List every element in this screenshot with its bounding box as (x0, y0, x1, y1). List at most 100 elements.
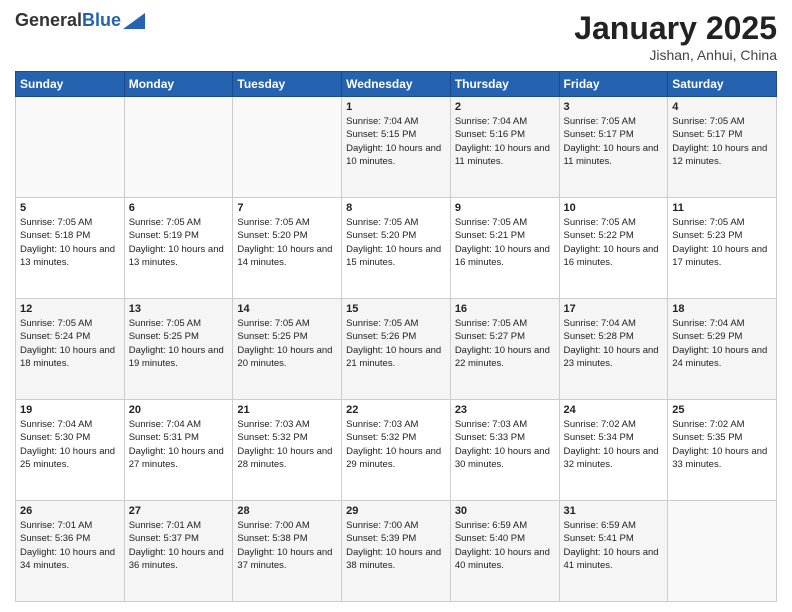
logo-blue: Blue (82, 10, 121, 30)
day-info: Sunrise: 7:00 AMSunset: 5:39 PMDaylight:… (346, 519, 446, 572)
day-number: 29 (346, 505, 446, 517)
calendar-cell: 4 Sunrise: 7:05 AMSunset: 5:17 PMDaylight… (668, 97, 777, 198)
day-number: 4 (672, 101, 772, 113)
week-row-5: 26 Sunrise: 7:01 AMSunset: 5:36 PMDayligh… (16, 501, 777, 602)
calendar-cell: 28 Sunrise: 7:00 AMSunset: 5:38 PMDayligh… (233, 501, 342, 602)
calendar-cell: 19 Sunrise: 7:04 AMSunset: 5:30 PMDayligh… (16, 400, 125, 501)
day-info: Sunrise: 7:02 AMSunset: 5:34 PMDaylight:… (564, 418, 664, 471)
day-info: Sunrise: 7:05 AMSunset: 5:27 PMDaylight:… (455, 317, 555, 370)
day-header-tuesday: Tuesday (233, 72, 342, 97)
day-number: 19 (20, 404, 120, 416)
day-number: 26 (20, 505, 120, 517)
day-info: Sunrise: 7:05 AMSunset: 5:17 PMDaylight:… (672, 115, 772, 168)
day-number: 20 (129, 404, 229, 416)
day-header-thursday: Thursday (450, 72, 559, 97)
day-number: 16 (455, 303, 555, 315)
calendar-cell: 16 Sunrise: 7:05 AMSunset: 5:27 PMDayligh… (450, 299, 559, 400)
header: GeneralBlue January 2025 Jishan, Anhui, … (15, 10, 777, 63)
calendar-cell: 6 Sunrise: 7:05 AMSunset: 5:19 PMDaylight… (124, 198, 233, 299)
calendar-cell: 31 Sunrise: 6:59 AMSunset: 5:41 PMDayligh… (559, 501, 668, 602)
calendar-cell: 7 Sunrise: 7:05 AMSunset: 5:20 PMDaylight… (233, 198, 342, 299)
calendar-cell: 9 Sunrise: 7:05 AMSunset: 5:21 PMDaylight… (450, 198, 559, 299)
day-info: Sunrise: 7:04 AMSunset: 5:29 PMDaylight:… (672, 317, 772, 370)
day-number: 24 (564, 404, 664, 416)
day-number: 25 (672, 404, 772, 416)
logo: GeneralBlue (15, 10, 145, 31)
day-number: 3 (564, 101, 664, 113)
day-number: 31 (564, 505, 664, 517)
calendar-cell: 23 Sunrise: 7:03 AMSunset: 5:33 PMDayligh… (450, 400, 559, 501)
day-info: Sunrise: 7:05 AMSunset: 5:23 PMDaylight:… (672, 216, 772, 269)
day-info: Sunrise: 7:05 AMSunset: 5:20 PMDaylight:… (237, 216, 337, 269)
calendar-cell: 25 Sunrise: 7:02 AMSunset: 5:35 PMDayligh… (668, 400, 777, 501)
page: GeneralBlue January 2025 Jishan, Anhui, … (0, 0, 792, 612)
calendar-cell: 10Sunrise: 7:05 AMSunset: 5:22 PMDayligh… (559, 198, 668, 299)
day-number: 5 (20, 202, 120, 214)
calendar-cell: 27Sunrise: 7:01 AMSunset: 5:37 PMDayligh… (124, 501, 233, 602)
day-info: Sunrise: 7:04 AMSunset: 5:16 PMDaylight:… (455, 115, 555, 168)
day-number: 11 (672, 202, 772, 214)
day-header-monday: Monday (124, 72, 233, 97)
day-number: 14 (237, 303, 337, 315)
day-number: 7 (237, 202, 337, 214)
day-info: Sunrise: 7:04 AMSunset: 5:30 PMDaylight:… (20, 418, 120, 471)
day-info: Sunrise: 7:05 AMSunset: 5:26 PMDaylight:… (346, 317, 446, 370)
day-info: Sunrise: 6:59 AMSunset: 5:40 PMDaylight:… (455, 519, 555, 572)
day-number: 23 (455, 404, 555, 416)
calendar-cell (668, 501, 777, 602)
week-row-1: 1Sunrise: 7:04 AMSunset: 5:15 PMDaylight… (16, 97, 777, 198)
calendar-cell: 30 Sunrise: 6:59 AMSunset: 5:40 PMDayligh… (450, 501, 559, 602)
day-info: Sunrise: 7:05 AMSunset: 5:25 PMDaylight:… (129, 317, 229, 370)
day-number: 12 (20, 303, 120, 315)
day-info: Sunrise: 7:05 AMSunset: 5:25 PMDaylight:… (237, 317, 337, 370)
calendar-cell: 29 Sunrise: 7:00 AMSunset: 5:39 PMDayligh… (342, 501, 451, 602)
calendar-cell: 21Sunrise: 7:03 AMSunset: 5:32 PMDayligh… (233, 400, 342, 501)
calendar-cell: 22 Sunrise: 7:03 AMSunset: 5:32 PMDayligh… (342, 400, 451, 501)
calendar: SundayMondayTuesdayWednesdayThursdayFrid… (15, 71, 777, 602)
day-info: Sunrise: 7:05 AMSunset: 5:18 PMDaylight:… (20, 216, 120, 269)
day-number: 8 (346, 202, 446, 214)
day-info: Sunrise: 6:59 AMSunset: 5:41 PMDaylight:… (564, 519, 664, 572)
calendar-cell: 18 Sunrise: 7:04 AMSunset: 5:29 PMDayligh… (668, 299, 777, 400)
calendar-cell: 20Sunrise: 7:04 AMSunset: 5:31 PMDayligh… (124, 400, 233, 501)
calendar-cell: 15Sunrise: 7:05 AMSunset: 5:26 PMDayligh… (342, 299, 451, 400)
day-info: Sunrise: 7:05 AMSunset: 5:19 PMDaylight:… (129, 216, 229, 269)
day-number: 22 (346, 404, 446, 416)
calendar-cell: 1Sunrise: 7:04 AMSunset: 5:15 PMDaylight… (342, 97, 451, 198)
calendar-cell: 13Sunrise: 7:05 AMSunset: 5:25 PMDayligh… (124, 299, 233, 400)
calendar-cell: 17 Sunrise: 7:04 AMSunset: 5:28 PMDayligh… (559, 299, 668, 400)
day-info: Sunrise: 7:02 AMSunset: 5:35 PMDaylight:… (672, 418, 772, 471)
day-info: Sunrise: 7:03 AMSunset: 5:32 PMDaylight:… (346, 418, 446, 471)
calendar-cell: 24 Sunrise: 7:02 AMSunset: 5:34 PMDayligh… (559, 400, 668, 501)
day-info: Sunrise: 7:04 AMSunset: 5:28 PMDaylight:… (564, 317, 664, 370)
day-number: 2 (455, 101, 555, 113)
day-number: 30 (455, 505, 555, 517)
day-info: Sunrise: 7:05 AMSunset: 5:17 PMDaylight:… (564, 115, 664, 168)
day-header-saturday: Saturday (668, 72, 777, 97)
calendar-cell: 14 Sunrise: 7:05 AMSunset: 5:25 PMDayligh… (233, 299, 342, 400)
calendar-cell (124, 97, 233, 198)
day-info: Sunrise: 7:03 AMSunset: 5:32 PMDaylight:… (237, 418, 337, 471)
day-number: 18 (672, 303, 772, 315)
day-number: 9 (455, 202, 555, 214)
day-number: 6 (129, 202, 229, 214)
day-info: Sunrise: 7:00 AMSunset: 5:38 PMDaylight:… (237, 519, 337, 572)
location: Jishan, Anhui, China (574, 47, 777, 63)
day-info: Sunrise: 7:03 AMSunset: 5:33 PMDaylight:… (455, 418, 555, 471)
day-number: 1 (346, 101, 446, 113)
calendar-cell: 26 Sunrise: 7:01 AMSunset: 5:36 PMDayligh… (16, 501, 125, 602)
day-info: Sunrise: 7:05 AMSunset: 5:21 PMDaylight:… (455, 216, 555, 269)
calendar-cell: 2 Sunrise: 7:04 AMSunset: 5:16 PMDaylight… (450, 97, 559, 198)
day-info: Sunrise: 7:01 AMSunset: 5:36 PMDaylight:… (20, 519, 120, 572)
calendar-cell: 3 Sunrise: 7:05 AMSunset: 5:17 PMDaylight… (559, 97, 668, 198)
day-number: 17 (564, 303, 664, 315)
day-number: 28 (237, 505, 337, 517)
day-info: Sunrise: 7:05 AMSunset: 5:22 PMDaylight:… (564, 216, 664, 269)
calendar-header: SundayMondayTuesdayWednesdayThursdayFrid… (16, 72, 777, 97)
day-info: Sunrise: 7:05 AMSunset: 5:20 PMDaylight:… (346, 216, 446, 269)
title-block: January 2025 Jishan, Anhui, China (574, 10, 777, 63)
day-header-wednesday: Wednesday (342, 72, 451, 97)
day-header-friday: Friday (559, 72, 668, 97)
logo-general: General (15, 10, 82, 30)
calendar-cell (233, 97, 342, 198)
